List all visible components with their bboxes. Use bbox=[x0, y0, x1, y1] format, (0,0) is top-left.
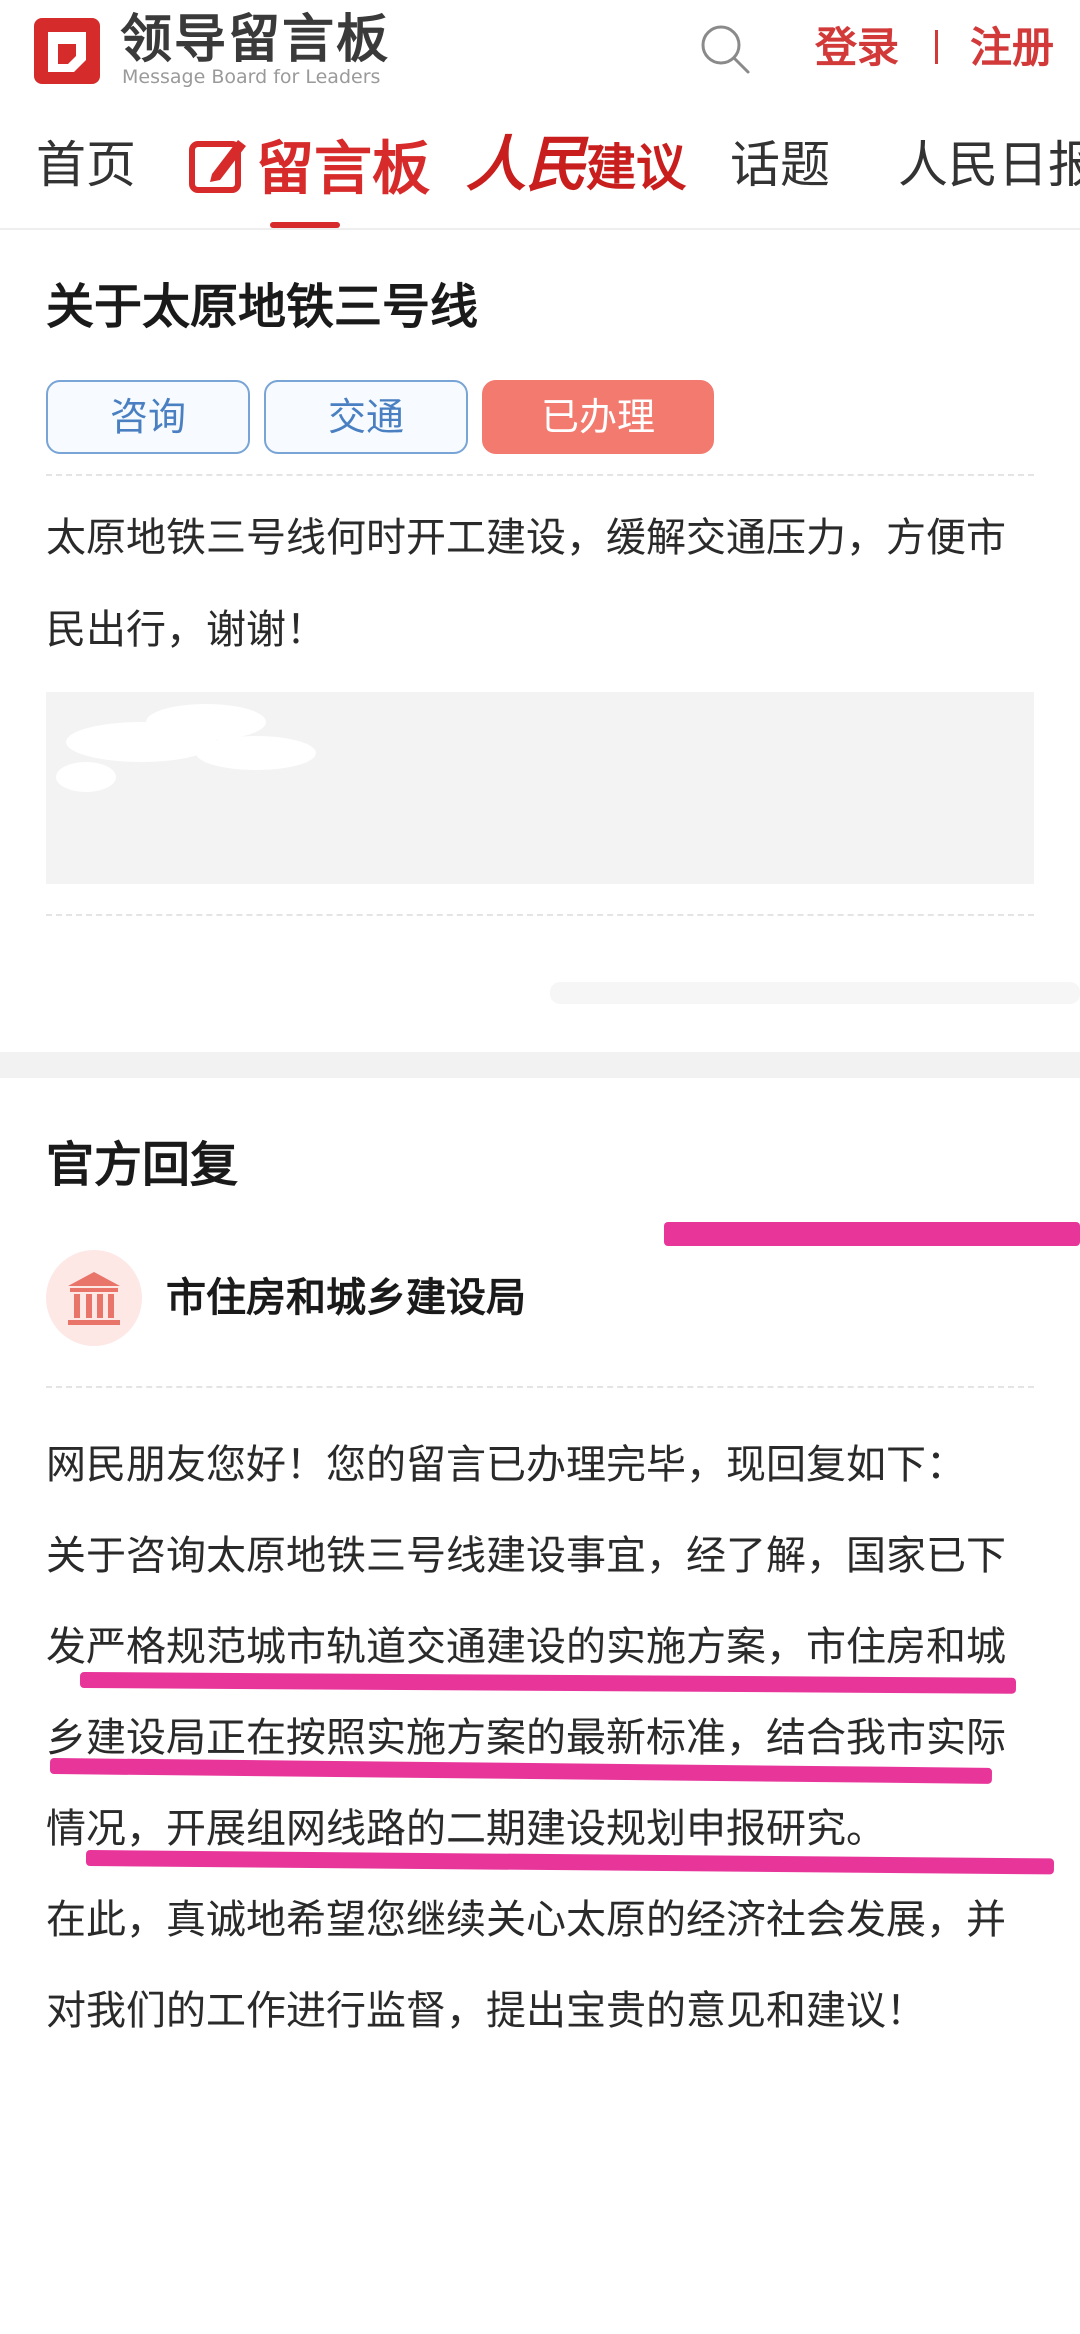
register-link[interactable]: 注册 bbox=[970, 20, 1054, 76]
divider bbox=[935, 30, 938, 64]
logo-subtitle: Message Board for Leaders bbox=[122, 66, 381, 88]
nav-item-peoples-daily[interactable]: 人民日报 bbox=[898, 130, 1080, 200]
reply-body: 网民朋友您好！您的留言已办理完毕，现回复如下： 关于咨询太原地铁三号线建设事宜，… bbox=[46, 1420, 1036, 2057]
logo-title: 领导留言板 bbox=[120, 10, 391, 70]
nav-item-label: 留言板 bbox=[256, 134, 431, 203]
nav-item-message-board[interactable]: 留言板 bbox=[188, 130, 430, 204]
tag-traffic[interactable]: 交通 bbox=[264, 380, 468, 454]
search-icon[interactable] bbox=[698, 22, 752, 76]
question-title: 关于太原地铁三号线 bbox=[46, 279, 479, 335]
app-header: 领导留言板 Message Board for Leaders 登录 注册 bbox=[0, 0, 1080, 110]
divider bbox=[46, 914, 1034, 916]
org-name: 市住房和城乡建设局 bbox=[166, 1275, 526, 1321]
avatar bbox=[46, 1250, 142, 1346]
redaction-blot bbox=[196, 736, 316, 770]
nav-item-label-part1: 人民 bbox=[466, 130, 586, 200]
redaction-blot bbox=[56, 762, 116, 792]
login-link[interactable]: 登录 bbox=[815, 20, 899, 76]
tag-consult[interactable]: 咨询 bbox=[46, 380, 250, 454]
section-separator bbox=[0, 1052, 1080, 1078]
status-badge: 已办理 bbox=[482, 380, 714, 454]
logo-icon[interactable] bbox=[30, 14, 104, 88]
question-meta-box bbox=[46, 692, 1034, 884]
active-tab-indicator bbox=[270, 222, 340, 228]
nav-item-topics[interactable]: 话题 bbox=[730, 130, 830, 200]
reply-heading: 官方回复 bbox=[46, 1137, 239, 1193]
nav-item-home[interactable]: 首页 bbox=[36, 130, 136, 200]
redaction-blot bbox=[146, 704, 266, 740]
top-nav: 首页 留言板 人民建议 话题 人民日报 bbox=[0, 110, 1080, 230]
reply-paragraph: 在此，真诚地希望您继续关心太原的经济社会发展，并对我们的工作进行监督，提出宝贵的… bbox=[46, 1897, 1006, 2034]
nav-item-label-part2: 建议 bbox=[586, 139, 686, 197]
redacted-meta bbox=[550, 982, 1080, 1004]
divider bbox=[46, 474, 1034, 476]
question-body: 太原地铁三号线何时开工建设，缓解交通压力，方便市民出行，谢谢！ bbox=[46, 515, 1006, 653]
divider bbox=[46, 1386, 1034, 1388]
highlight-stroke bbox=[664, 1222, 1080, 1246]
government-building-icon bbox=[68, 1272, 120, 1325]
nav-item-people-suggestions[interactable]: 人民建议 bbox=[466, 130, 686, 203]
pen-icon bbox=[189, 139, 246, 193]
reply-paragraph: 网民朋友您好！您的留言已办理完毕，现回复如下： bbox=[46, 1442, 966, 1488]
reply-paragraph: 关于咨询太原地铁三号线建设事宜，经了解，国家已下发严格规范城市轨道交通建设的实施… bbox=[46, 1533, 1006, 1852]
